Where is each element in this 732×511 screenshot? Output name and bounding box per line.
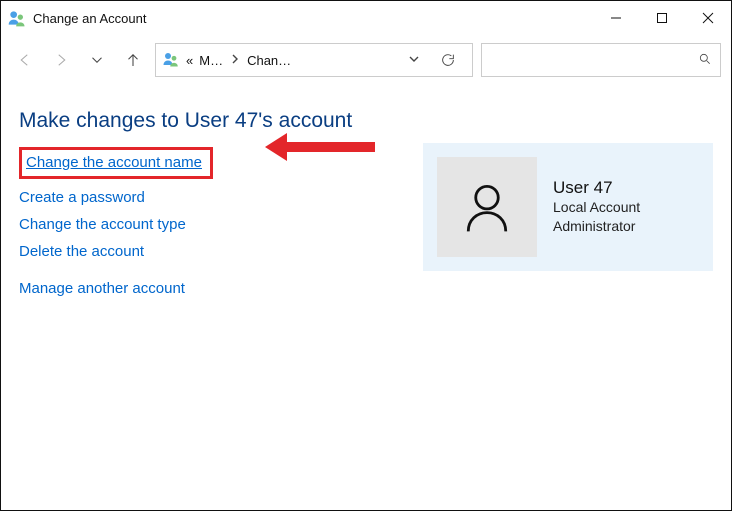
- link-delete-account[interactable]: Delete the account: [19, 243, 144, 260]
- search-icon[interactable]: [698, 52, 712, 69]
- breadcrumb-prefix: «: [186, 53, 193, 68]
- annotation-highlight-box: Change the account name: [19, 147, 213, 179]
- page-title: Make changes to User 47's account: [19, 109, 413, 133]
- search-input[interactable]: [482, 44, 698, 76]
- nav-row: « M… Chan…: [1, 35, 731, 83]
- link-change-account-type[interactable]: Change the account type: [19, 216, 186, 233]
- address-bar[interactable]: « M… Chan…: [155, 43, 473, 77]
- close-button[interactable]: [685, 3, 731, 33]
- address-dropdown-button[interactable]: [404, 53, 424, 68]
- search-box[interactable]: [481, 43, 721, 77]
- app-icon: [7, 8, 27, 28]
- link-change-account-name[interactable]: Change the account name: [26, 154, 202, 171]
- chevron-right-icon[interactable]: [229, 53, 241, 68]
- user-card: User 47 Local Account Administrator: [423, 143, 713, 271]
- content-area: Make changes to User 47's account Change…: [1, 83, 731, 510]
- user-info: User 47 Local Account Administrator: [553, 178, 640, 236]
- maximize-button[interactable]: [639, 3, 685, 33]
- link-manage-another-account[interactable]: Manage another account: [19, 280, 185, 297]
- link-create-password[interactable]: Create a password: [19, 189, 145, 206]
- forward-button[interactable]: [47, 45, 75, 75]
- back-button[interactable]: [11, 45, 39, 75]
- up-button[interactable]: [119, 45, 147, 75]
- breadcrumb-seg2[interactable]: Chan…: [247, 53, 291, 68]
- refresh-button[interactable]: [430, 43, 466, 77]
- address-icon: [162, 50, 180, 71]
- window-controls: [593, 3, 731, 33]
- avatar: [437, 157, 537, 257]
- user-name: User 47: [553, 178, 640, 198]
- minimize-button[interactable]: [593, 3, 639, 33]
- user-account-type: Local Account: [553, 198, 640, 217]
- recent-locations-button[interactable]: [83, 45, 111, 75]
- titlebar: Change an Account: [1, 1, 731, 35]
- breadcrumb-seg1[interactable]: M…: [199, 53, 223, 68]
- action-links: Change the account name Create a passwor…: [19, 147, 413, 297]
- user-role: Administrator: [553, 217, 640, 236]
- annotation-arrow: [265, 133, 375, 161]
- window-title: Change an Account: [33, 11, 146, 26]
- window-frame: Change an Account: [0, 0, 732, 511]
- person-icon: [457, 177, 517, 237]
